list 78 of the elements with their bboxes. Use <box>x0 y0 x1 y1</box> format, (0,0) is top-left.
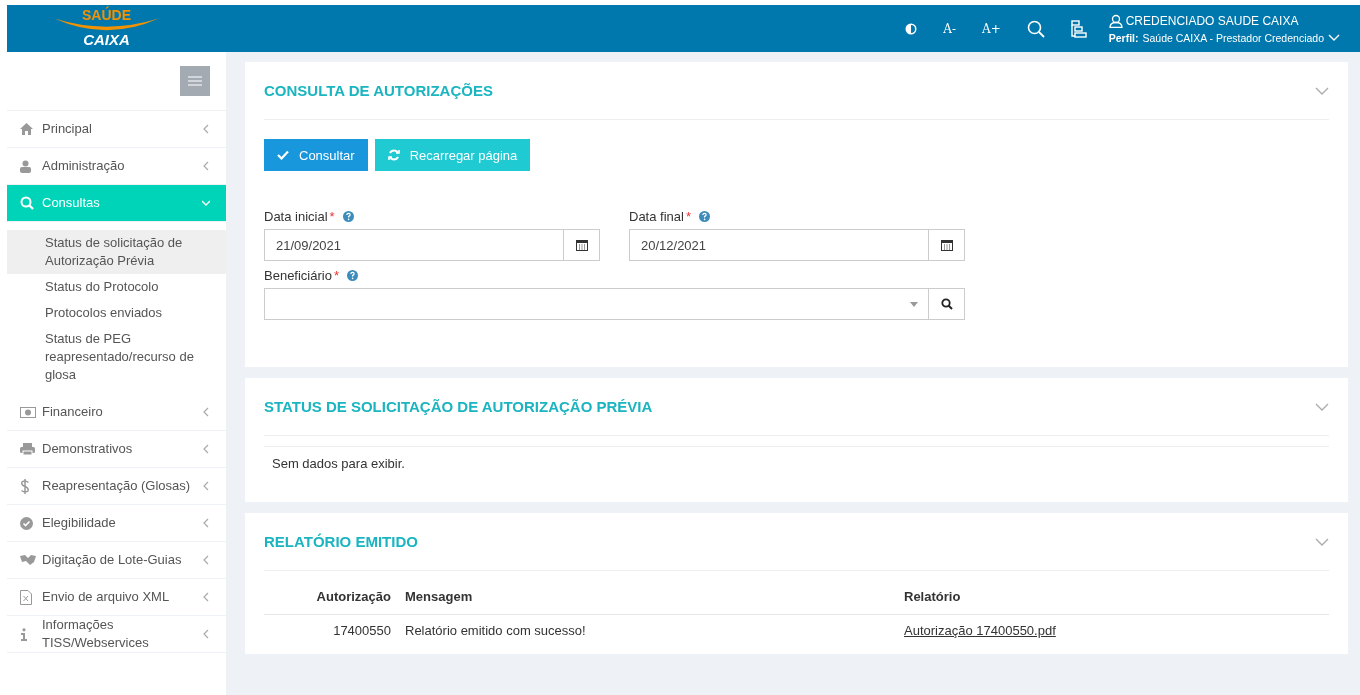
panel-title: STATUS DE SOLICITAÇÃO DE AUTORIZAÇÃO PRÉVIA <box>264 398 653 415</box>
required-mark: * <box>329 209 335 224</box>
table-cell: Relatório emitido com sucesso! <box>405 623 586 638</box>
table-cell: 17400550 <box>333 623 391 638</box>
help-icon[interactable] <box>699 211 710 222</box>
chevron-left-icon <box>202 481 210 491</box>
dollar-icon <box>20 478 30 494</box>
chevron-left-icon <box>202 124 210 134</box>
dropdown-arrow-icon <box>910 301 918 307</box>
chevron-left-icon <box>202 629 210 639</box>
chevron-left-icon <box>202 592 210 602</box>
refresh-icon <box>387 149 400 161</box>
font-size-button[interactable]: A- <box>943 21 956 36</box>
empty-message: Sem dados para exibir. <box>264 446 1329 502</box>
file-icon <box>20 589 32 605</box>
chevron-left-icon <box>202 518 210 528</box>
person-icon <box>20 159 31 173</box>
calendar-button[interactable] <box>564 229 600 261</box>
chevron-down-icon <box>202 198 210 208</box>
search-button[interactable] <box>929 288 965 320</box>
chevron-left-icon <box>202 161 210 171</box>
logo-bottom-text: CAIXA <box>83 30 130 49</box>
logo[interactable]: SAÚDE CAIXA <box>49 6 164 51</box>
submenu-item[interactable]: Status de solicitação de Autorização Prévia <box>7 230 226 274</box>
chevron-down-icon[interactable] <box>1315 402 1329 411</box>
check-icon <box>277 150 289 160</box>
banknote-icon <box>20 406 36 418</box>
sidebar-item[interactable]: Principal <box>7 111 226 148</box>
contrast-icon[interactable] <box>905 22 918 35</box>
info-icon <box>20 627 28 641</box>
field-label: Beneficiário <box>264 268 332 283</box>
profile-name: Saúde CAIXA - Prestador Credenciado <box>1142 31 1324 44</box>
search-icon <box>20 196 34 210</box>
panel-title: RELATÓRIO EMITIDO <box>264 533 418 550</box>
calendar-icon <box>940 239 953 251</box>
sidebar-item[interactable]: Informações TISS/Webservices <box>7 616 226 653</box>
panel-title: CONSULTA DE AUTORIZAÇÕES <box>264 82 493 99</box>
report-link[interactable]: Autorização 17400550.pdf <box>904 623 1056 638</box>
help-icon[interactable] <box>342 211 354 222</box>
chevron-down-icon[interactable] <box>1315 86 1329 95</box>
menu-icon <box>188 76 202 86</box>
help-icon[interactable] <box>347 270 358 281</box>
chevron-left-icon <box>202 444 210 454</box>
submenu-item[interactable]: Status de PEG reapresentado/recurso de glosa <box>7 326 226 388</box>
sidebar-item[interactable]: Digitação de Lote-Guias <box>7 542 226 579</box>
sidebar-item[interactable]: Demonstrativos <box>7 431 226 468</box>
calendar-icon <box>575 239 588 251</box>
column-header: Autorização <box>316 589 391 604</box>
handshake-icon <box>20 554 36 566</box>
date-field[interactable]: 20/12/2021 <box>629 229 929 261</box>
printer-icon <box>20 443 35 455</box>
submenu-item[interactable]: Protocolos enviados <box>7 300 226 326</box>
calendar-button[interactable] <box>929 229 965 261</box>
check-circle-icon <box>20 516 33 530</box>
sidebar-item[interactable]: Elegibilidade <box>7 505 226 542</box>
user-name: CREDENCIADO SAUDE CAIXA <box>1125 13 1299 28</box>
required-mark: * <box>333 268 339 283</box>
sidebar-item[interactable]: Envio de arquivo XML <box>7 579 226 616</box>
sidebar-item[interactable]: Reapresentação (Glosas) <box>7 468 226 505</box>
search-icon[interactable] <box>1026 19 1045 38</box>
column-header: Mensagem <box>405 589 473 604</box>
chevron-down-icon[interactable] <box>1315 537 1329 546</box>
date-field[interactable]: 21/09/2021 <box>264 229 564 261</box>
search-icon <box>940 298 953 310</box>
sitemap-icon[interactable] <box>1070 19 1087 38</box>
field-label: Data inicial <box>264 209 328 224</box>
font-size-button[interactable]: A+ <box>981 21 1001 36</box>
chevron-left-icon <box>202 555 210 565</box>
logo-top-text: SAÚDE <box>82 6 131 23</box>
column-header: Relatório <box>904 589 961 604</box>
profile-label: Perfil: <box>1108 31 1139 44</box>
user-icon <box>1108 13 1123 28</box>
chevron-left-icon <box>202 407 210 417</box>
house-icon <box>20 123 33 135</box>
submenu-item[interactable]: Status do Protocolo <box>7 274 226 300</box>
required-mark: * <box>685 209 691 224</box>
sidebar-item[interactable]: Financeiro <box>7 394 226 431</box>
field-label: Data final <box>629 209 684 224</box>
